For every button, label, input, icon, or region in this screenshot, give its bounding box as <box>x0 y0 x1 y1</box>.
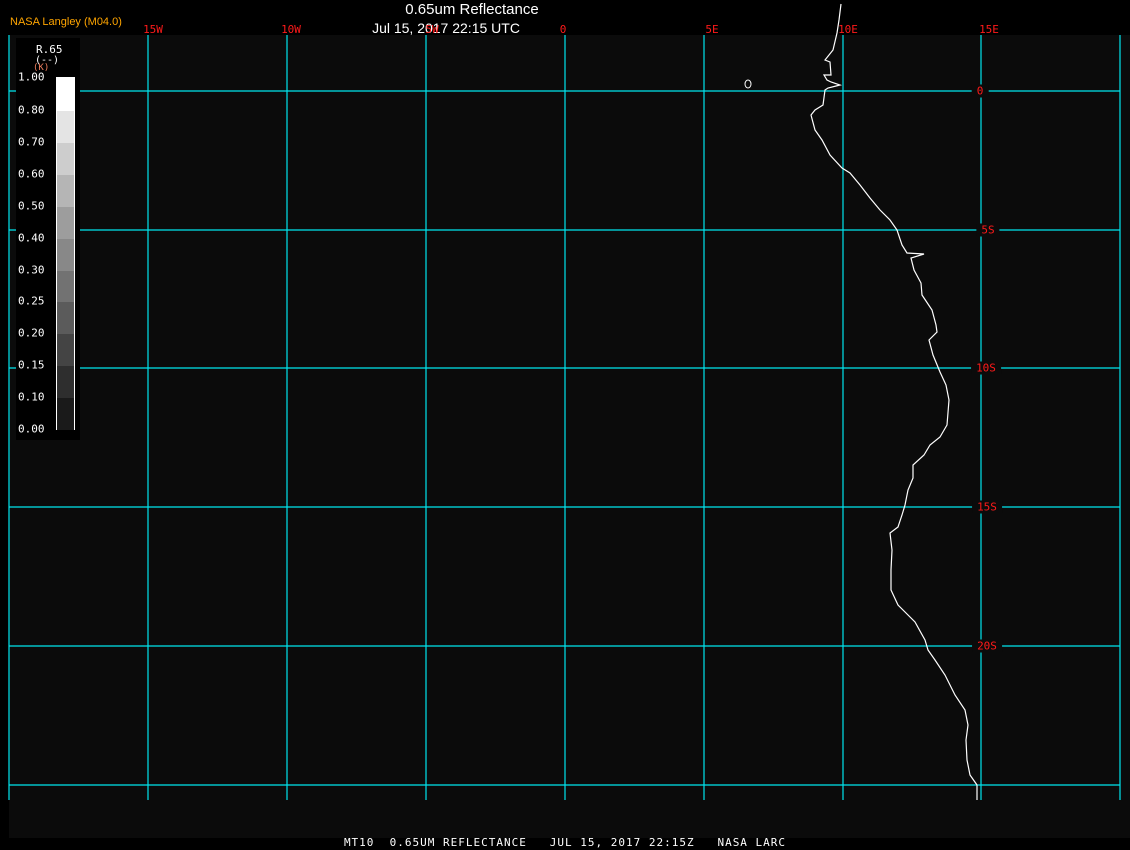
legend-tick: 0.15 <box>18 358 45 372</box>
product-title: 0.65um Reflectance <box>405 1 539 18</box>
brand-label: NASA Langley (M04.0) <box>10 16 122 28</box>
lon-label: 15W <box>143 23 163 36</box>
lon-label: 10E <box>838 23 858 36</box>
legend-swatch <box>57 334 74 366</box>
coastline <box>810 3 978 800</box>
legend-tick: 0.50 <box>18 199 45 213</box>
legend-tick: 0.20 <box>18 326 45 340</box>
lon-label: 5E <box>705 23 719 36</box>
legend-tick: 0.25 <box>18 294 45 308</box>
legend-swatch <box>57 239 74 271</box>
legend-swatch <box>57 78 74 111</box>
legend-swatch <box>57 398 74 430</box>
lat-label: 10S <box>971 361 1001 375</box>
datetime-label: Jul 15, 2017 22:15 UTC <box>372 20 520 36</box>
lat-label: 5S <box>976 223 1000 237</box>
map-canvas <box>8 3 1121 800</box>
legend-swatch <box>57 302 74 334</box>
legend-tick: 0.00 <box>18 422 45 436</box>
legend-swatch <box>57 366 74 398</box>
legend-tick: 0.60 <box>18 167 45 181</box>
legend-tick: 0.30 <box>18 263 45 277</box>
lon-label: 0 <box>559 23 567 36</box>
lat-label: 20S <box>972 639 1002 653</box>
footer-caption: MT10 0.65UM REFLECTANCE JUL 15, 2017 22:… <box>343 836 787 849</box>
legend-tick: 0.10 <box>18 390 45 404</box>
legend-swatch <box>57 271 74 302</box>
legend-tick: 1.00 <box>18 70 45 84</box>
legend-swatch <box>57 143 74 175</box>
lat-label: 15S <box>972 500 1002 514</box>
lon-label: 15E <box>979 23 999 36</box>
legend-tick: 0.80 <box>18 103 45 117</box>
legend-swatch <box>57 207 74 239</box>
lon-label: 10W <box>281 23 301 36</box>
legend-swatch <box>57 111 74 143</box>
legend-swatch <box>57 175 74 207</box>
legend-tick: 0.70 <box>18 135 45 149</box>
lat-label: 0 <box>971 84 989 98</box>
island-outline <box>744 79 752 89</box>
legend-tick: 0.40 <box>18 231 45 245</box>
color-bar <box>56 77 75 430</box>
lon-label: 5W <box>425 23 439 36</box>
